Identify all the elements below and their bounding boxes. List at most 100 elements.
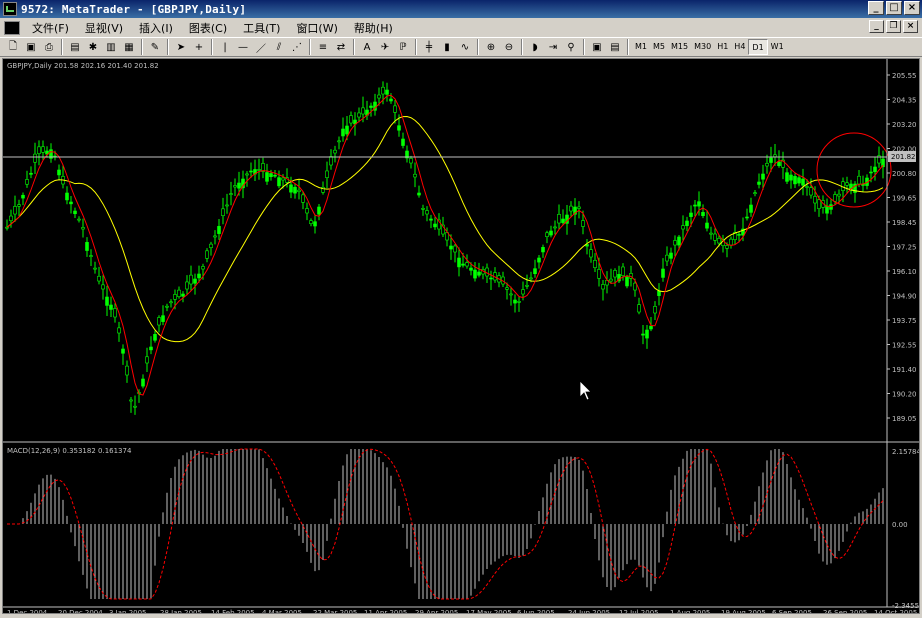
candle-body	[301, 194, 305, 203]
close-button[interactable]: ×	[904, 1, 920, 15]
price-tick-label: 191.40	[892, 366, 917, 374]
text-icon[interactable]: A	[359, 39, 375, 55]
menu-tools[interactable]: 工具(T)	[235, 20, 288, 36]
candle-body	[177, 289, 181, 297]
new-chart-icon[interactable]: 🗋	[5, 39, 21, 55]
menu-help[interactable]: 帮助(H)	[346, 20, 401, 36]
trendline-icon[interactable]: ／	[253, 39, 269, 55]
candle-body	[237, 182, 241, 189]
candle-body	[533, 268, 537, 275]
candle-body	[745, 216, 749, 219]
toolbar: 🗋 ▣ ⎙ ▤ ✱ ▥ ▦ ✎ ➤ + | — ／ ⫽ ⋰ ≡ ⇄ A ✈ ℙ …	[0, 37, 922, 57]
timeframe-m30[interactable]: M30	[691, 39, 714, 55]
crosshair-icon[interactable]: +	[191, 39, 207, 55]
circle-annotation[interactable]	[816, 132, 892, 208]
candle-body	[305, 208, 309, 214]
templates-icon[interactable]: ▤	[607, 39, 623, 55]
candle-body	[845, 182, 849, 186]
tester-icon[interactable]: ▦	[121, 39, 137, 55]
menu-insert[interactable]: 插入(I)	[131, 20, 181, 36]
price-tick-label: 200.80	[892, 170, 917, 178]
minimize-button[interactable]: _	[868, 1, 884, 15]
timeframe-h4[interactable]: H4	[731, 39, 748, 55]
timeframe-m1[interactable]: M1	[632, 39, 650, 55]
macd-tick-label: 0.00	[892, 521, 908, 529]
vertical-line-icon[interactable]: |	[217, 39, 233, 55]
horizontal-line-icon[interactable]: —	[235, 39, 251, 55]
candle-body	[169, 301, 173, 304]
mdi-close-button[interactable]: ×	[903, 20, 918, 33]
candle-body	[753, 192, 757, 194]
candle-body	[513, 299, 517, 304]
channel-icon[interactable]: ⫽	[271, 39, 287, 55]
chart-window[interactable]: GBPJPY,Daily 201.58 202.16 201.40 201.82…	[2, 58, 920, 614]
print-icon[interactable]: ⎙	[41, 39, 57, 55]
arrows-icon[interactable]: ⇄	[333, 39, 349, 55]
candle-body	[625, 276, 629, 287]
navigator-icon[interactable]: ✱	[85, 39, 101, 55]
candle-body	[665, 254, 669, 262]
candle-body	[805, 186, 809, 188]
time-axis-label: 14 Oct 2005	[874, 609, 917, 613]
cursor-icon[interactable]: ➤	[173, 39, 189, 55]
candle-body	[89, 255, 93, 257]
time-axis-label: 12 Jul 2005	[619, 609, 659, 613]
time-axis-label: 1 Dec 2004	[7, 609, 48, 613]
timeframe-m5[interactable]: M5	[650, 39, 668, 55]
candle-body	[325, 170, 329, 178]
candle-body	[165, 305, 169, 308]
mouse-pointer-icon	[579, 380, 592, 401]
timeframe-w1[interactable]: W1	[768, 39, 787, 55]
candle-body	[725, 245, 729, 249]
save-icon[interactable]: ▣	[23, 39, 39, 55]
price-tick-label: 189.05	[892, 415, 917, 423]
chart-canvas[interactable]: GBPJPY,Daily 201.58 202.16 201.40 201.82…	[3, 59, 919, 613]
candle-body	[161, 315, 165, 322]
gann-icon[interactable]: ⋰	[289, 39, 305, 55]
periodicity-icon[interactable]: ▣	[589, 39, 605, 55]
menu-file[interactable]: 文件(F)	[24, 20, 77, 36]
mdi-restore-button[interactable]: ❐	[886, 20, 901, 33]
menu-view[interactable]: 显视(V)	[77, 20, 131, 36]
chart-shift-icon[interactable]: ⇥	[545, 39, 561, 55]
timeframe-d1[interactable]: D1	[748, 39, 768, 55]
period-icon[interactable]: ℙ	[395, 39, 411, 55]
label-icon[interactable]: ✈	[377, 39, 393, 55]
candle-body	[29, 172, 33, 175]
zoom-in-icon[interactable]: ⊕	[483, 39, 499, 55]
market-watch-icon[interactable]: ▤	[67, 39, 83, 55]
candle-body	[309, 220, 313, 224]
time-axis-label: 17 May 2005	[466, 609, 512, 613]
bar-chart-icon[interactable]: ╪	[421, 39, 437, 55]
timeframe-m15[interactable]: M15	[668, 39, 691, 55]
price-tick-label: 204.35	[892, 97, 917, 105]
candle-body	[765, 163, 769, 167]
maximize-button[interactable]: □	[886, 1, 902, 15]
line-chart-icon[interactable]: ∿	[457, 39, 473, 55]
candle-body	[453, 245, 457, 253]
menu-window[interactable]: 窗口(W)	[288, 20, 345, 36]
candle-body	[341, 128, 345, 137]
candle-body	[57, 169, 61, 176]
timeframe-h1[interactable]: H1	[714, 39, 731, 55]
candle-body	[769, 157, 773, 163]
fibonacci-icon[interactable]: ≡	[315, 39, 331, 55]
candle-body	[425, 210, 429, 215]
indicators-icon[interactable]: ⚲	[563, 39, 579, 55]
candle-body	[329, 156, 333, 166]
terminal-icon[interactable]: ▥	[103, 39, 119, 55]
title-bar[interactable]: 9572: MetaTrader - [GBPJPY,Daily] _ □ ×	[0, 0, 922, 18]
chart-window-icon[interactable]	[4, 20, 20, 35]
candle-body	[793, 176, 797, 185]
candle-body	[273, 174, 277, 177]
candlestick-icon[interactable]: ▮	[439, 39, 455, 55]
expert-advisors-icon[interactable]: ✎	[147, 39, 163, 55]
candle-body	[269, 173, 273, 177]
candle-body	[677, 236, 681, 246]
mdi-minimize-button[interactable]: _	[869, 20, 884, 33]
autoscroll-icon[interactable]: ◗	[527, 39, 543, 55]
menu-charts[interactable]: 图表(C)	[181, 20, 235, 36]
zoom-out-icon[interactable]: ⊖	[501, 39, 517, 55]
candle-body	[293, 186, 297, 194]
candle-body	[461, 263, 465, 266]
